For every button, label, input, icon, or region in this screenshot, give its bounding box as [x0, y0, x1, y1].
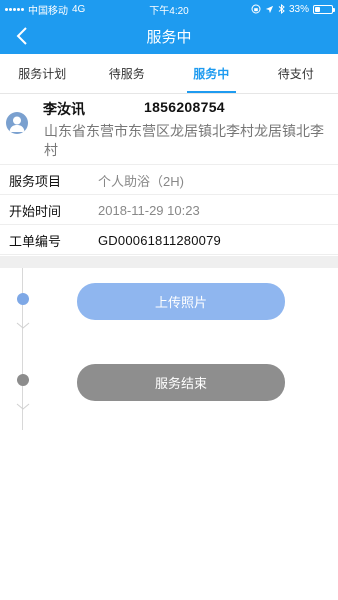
- network-type: 4G: [72, 3, 86, 15]
- navigation-bar: 服务中: [0, 18, 338, 54]
- customer-card: 李汝讯 1856208754 山东省东营市东营区龙居镇北李村龙居镇北李村: [0, 95, 338, 165]
- tab-bar: 服务计划 待服务 服务中 待支付: [0, 54, 338, 94]
- tab-pending-payment[interactable]: 待支付: [254, 54, 338, 93]
- start-time-value: 2018-11-29 10:23: [98, 202, 200, 218]
- tab-service-plan[interactable]: 服务计划: [0, 54, 85, 93]
- order-number-row: 工单编号 GD00061811280079: [0, 226, 338, 255]
- step-dot-upload: [17, 293, 29, 305]
- chevron-down-icon: [16, 403, 30, 410]
- customer-name: 李汝讯: [43, 101, 85, 117]
- upload-photo-button[interactable]: 上传照片: [77, 283, 285, 320]
- service-item-value: 个人助浴（2H): [98, 173, 184, 189]
- section-divider: [0, 256, 338, 268]
- signal-strength-icon: [5, 7, 24, 11]
- location-icon: [265, 5, 274, 13]
- order-number-value: GD00061811280079: [98, 232, 221, 248]
- customer-phone: 1856208754: [144, 99, 225, 115]
- service-item-label: 服务项目: [9, 173, 62, 189]
- customer-address: 山东省东营市东营区龙居镇北李村龙居镇北李村: [44, 123, 324, 158]
- status-left: 中国移动 4G: [5, 2, 85, 17]
- start-time-row: 开始时间 2018-11-29 10:23: [0, 196, 338, 225]
- start-time-label: 开始时间: [9, 203, 62, 219]
- finish-service-button[interactable]: 服务结束: [77, 364, 285, 401]
- tab-pending-service[interactable]: 待服务: [85, 54, 170, 93]
- status-bar: 中国移动 4G 下午4:20 33%: [0, 0, 338, 18]
- avatar: [6, 112, 28, 134]
- bluetooth-icon: [278, 4, 285, 14]
- carrier-name: 中国移动: [28, 5, 68, 17]
- battery-percent: 33%: [288, 3, 309, 15]
- back-button[interactable]: [10, 24, 34, 48]
- battery-icon: [313, 4, 335, 14]
- service-item-row: 服务项目 个人助浴（2H): [0, 166, 338, 195]
- status-right: 33%: [251, 3, 335, 15]
- user-icon: [9, 116, 25, 132]
- tab-in-service[interactable]: 服务中: [169, 54, 254, 93]
- page-title: 服务中: [146, 28, 192, 46]
- step-dot-finish: [17, 374, 29, 386]
- chevron-left-icon: [16, 27, 27, 45]
- screen-lock-icon: [251, 4, 261, 14]
- chevron-down-icon: [16, 322, 30, 329]
- order-number-label: 工单编号: [9, 233, 62, 249]
